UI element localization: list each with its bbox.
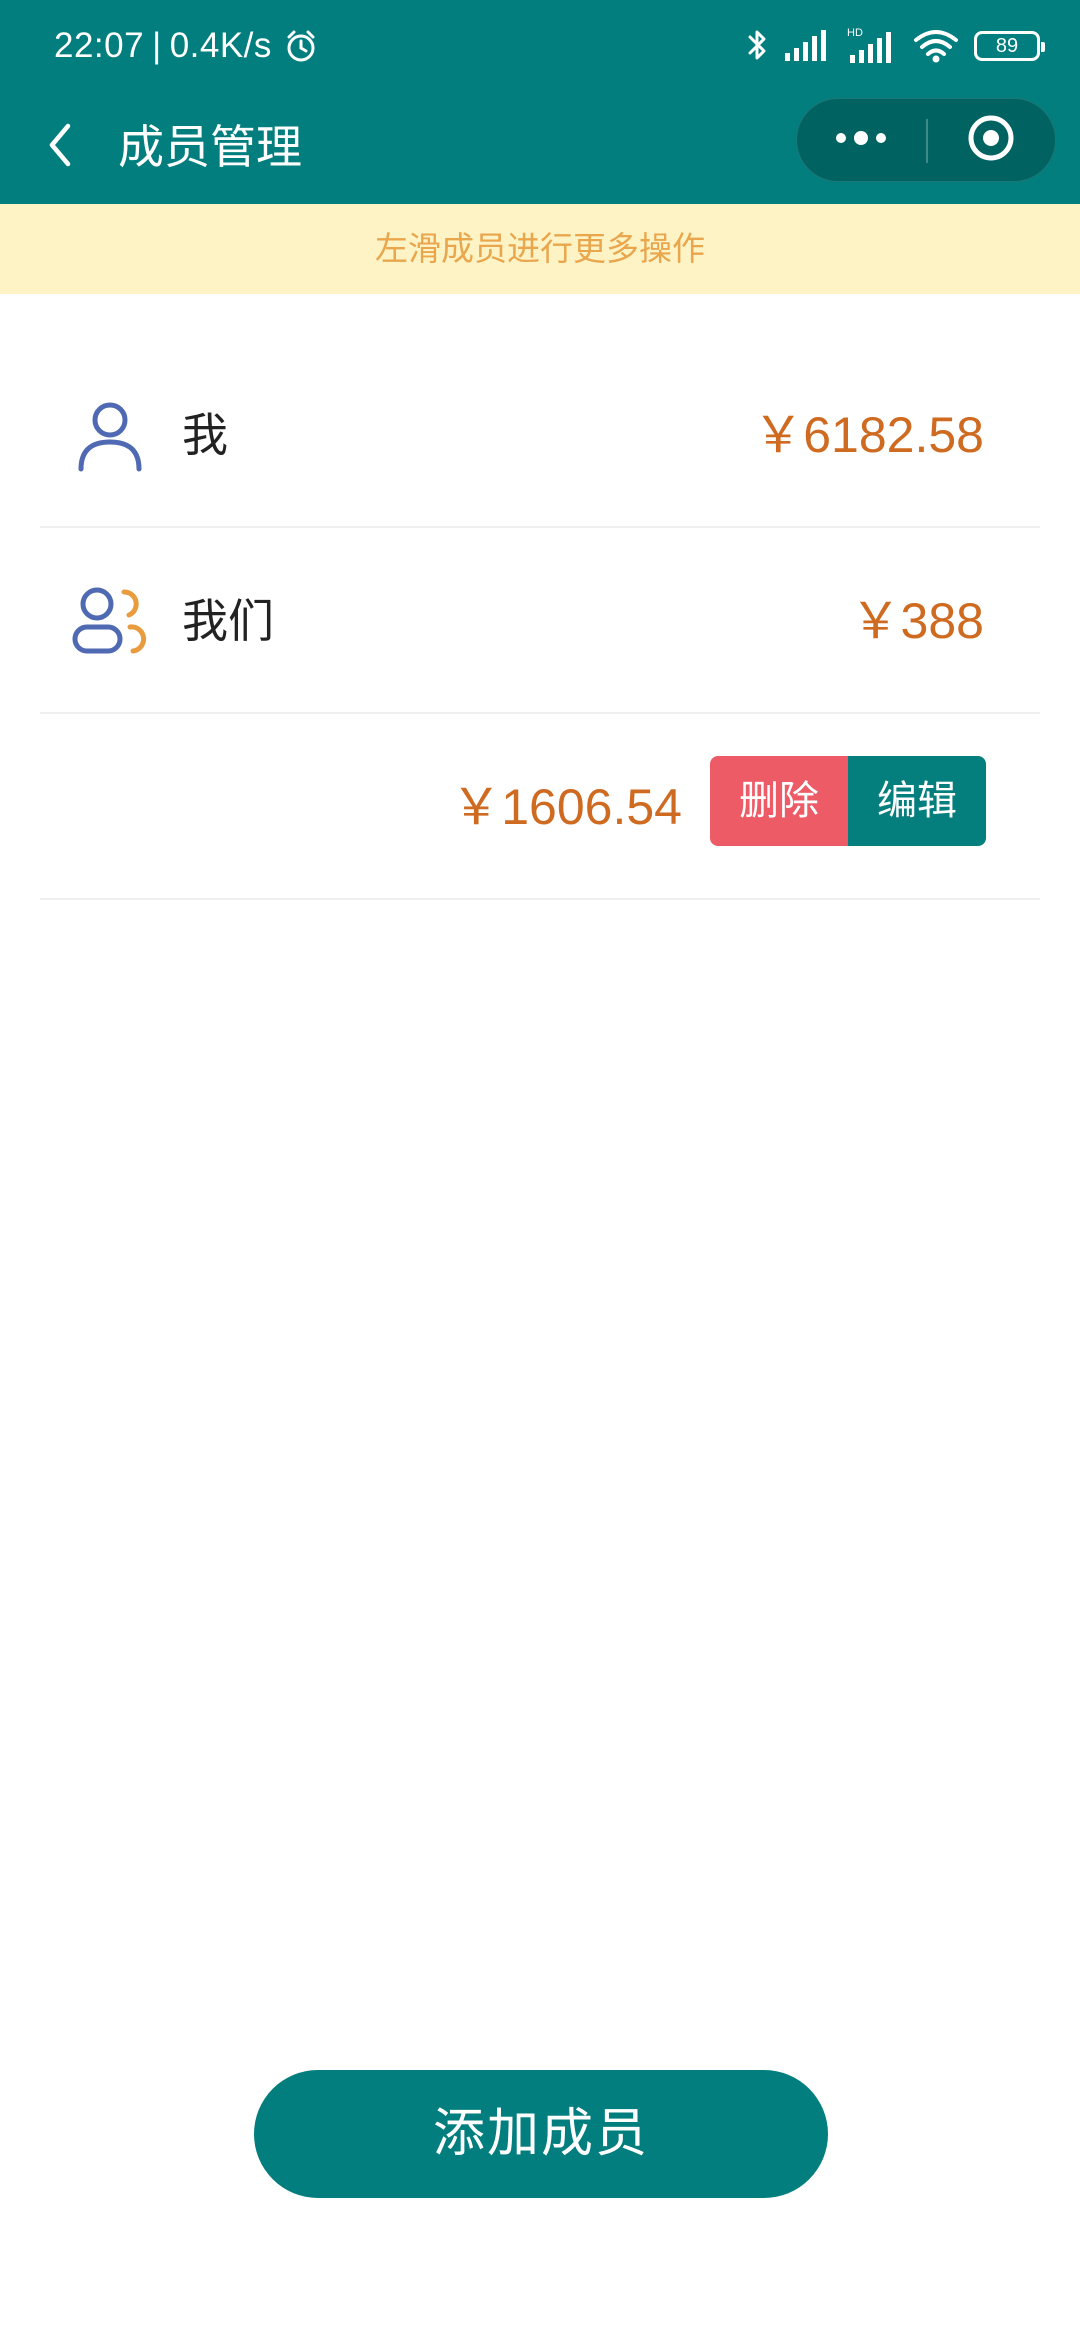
delete-button[interactable]: 删除	[710, 756, 848, 846]
network-speed: 0.4K/s	[169, 26, 272, 65]
swipe-hint-text: 左滑成员进行更多操作	[375, 229, 705, 268]
top-bar: 22:07 | 0.4K/s HD 89 成员管理	[0, 0, 1080, 204]
bluetooth-icon	[746, 26, 770, 66]
more-dots-icon	[833, 128, 889, 152]
add-member-button[interactable]: 添加成员	[254, 2070, 828, 2198]
wifi-icon	[912, 27, 960, 65]
status-left: 22:07 | 0.4K/s	[54, 24, 320, 68]
status-separator: |	[152, 26, 162, 65]
chevron-left-icon	[44, 121, 76, 173]
more-button[interactable]	[797, 99, 925, 181]
member-name: 我	[182, 408, 228, 462]
status-time: 22:07	[54, 26, 145, 65]
battery-level: 89	[995, 34, 1019, 57]
status-right: HD 89	[746, 22, 1045, 70]
swipe-actions: 删除 编辑	[710, 756, 986, 846]
svg-text:HD: HD	[847, 27, 863, 39]
status-bar: 22:07 | 0.4K/s HD 89	[0, 0, 1080, 92]
member-amount: ￥388	[850, 593, 984, 649]
mini-program-capsule	[796, 98, 1056, 182]
battery-icon: 89	[974, 31, 1045, 61]
back-button[interactable]	[30, 112, 90, 182]
member-row[interactable]: 我们 ￥388	[40, 528, 1040, 714]
swipe-hint-banner: 左滑成员进行更多操作	[0, 204, 1080, 294]
navbar: 成员管理	[0, 92, 1080, 204]
group-icon	[70, 582, 150, 662]
edit-button[interactable]: 编辑	[848, 756, 986, 846]
member-amount: ￥1606.54	[451, 779, 682, 835]
alarm-icon	[282, 27, 320, 65]
page-title: 成员管理	[118, 120, 302, 174]
signal-icon	[784, 28, 832, 64]
hd-signal-icon: HD	[846, 26, 898, 66]
close-mini-program-button[interactable]	[927, 99, 1055, 181]
member-name: 我们	[182, 594, 274, 648]
member-row-swiped[interactable]: ￥1606.54 删除 编辑	[40, 714, 1040, 900]
person-icon	[70, 396, 150, 476]
member-amount: ￥6182.58	[753, 407, 984, 463]
target-close-icon	[965, 112, 1017, 168]
member-row[interactable]: 我 ￥6182.58	[40, 342, 1040, 528]
